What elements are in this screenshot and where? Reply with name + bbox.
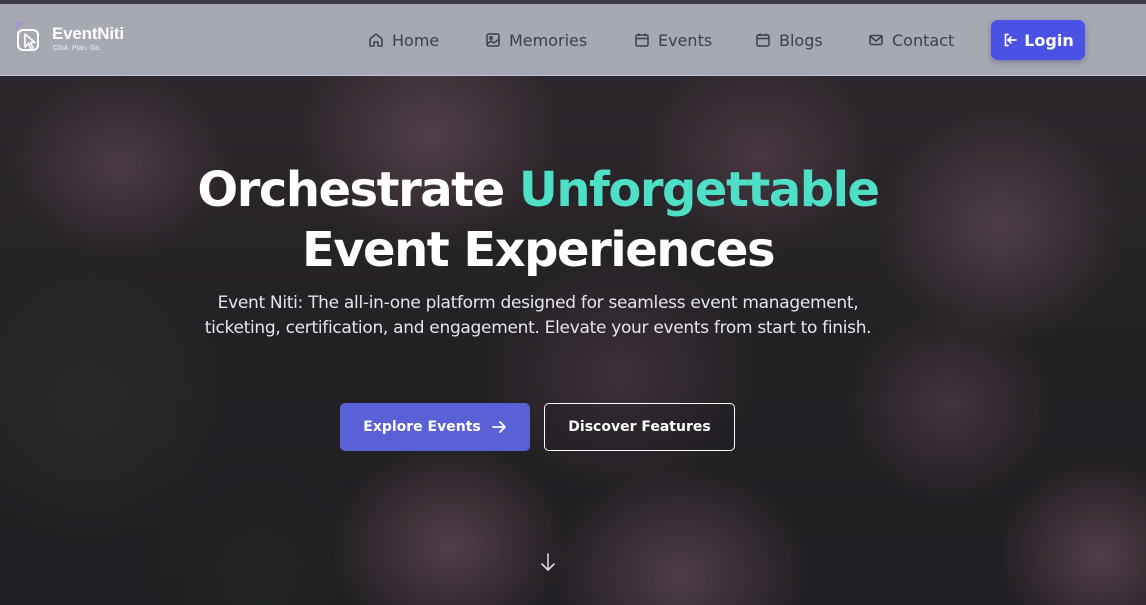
navbar: EventNiti Click. Plan. Go. Home Memories… [0, 4, 1146, 76]
discover-features-label: Discover Features [568, 419, 711, 435]
nav-item-events[interactable]: Events [634, 28, 712, 52]
discover-features-button[interactable]: Discover Features [544, 403, 735, 451]
hero-headline: Orchestrate Unforgettable Event Experien… [0, 160, 1076, 280]
nav-item-memories[interactable]: Memories [485, 28, 587, 52]
nav-item-label: Memories [509, 30, 588, 50]
home-icon [369, 33, 383, 47]
headline-line2: Event Experiences [301, 222, 776, 278]
login-icon [1004, 33, 1018, 47]
nav-links: Home Memories Events Blogs Contact [0, 4, 1146, 76]
explore-events-button[interactable]: Explore Events [340, 403, 530, 451]
login-label: Login [1024, 30, 1074, 50]
nav-item-label: Blogs [779, 30, 823, 50]
explore-events-label: Explore Events [363, 419, 481, 435]
headline-accent: Unforgettable [518, 162, 880, 218]
hero-subtext: Event Niti: The all-in-one platform desi… [204, 293, 872, 338]
nav-item-label: Home [392, 30, 440, 50]
nav-item-contact[interactable]: Contact [868, 28, 954, 52]
nav-item-home[interactable]: Home [368, 28, 439, 52]
nav-item-label: Events [658, 30, 713, 50]
calendar-icon [756, 33, 770, 47]
nav-item-blogs[interactable]: Blogs [755, 28, 823, 52]
arrow-right-icon [491, 421, 506, 433]
headline-part1: Orchestrate [197, 162, 519, 218]
mail-icon [869, 34, 883, 46]
login-button[interactable]: Login [991, 20, 1085, 60]
calendar-icon [635, 33, 649, 47]
nav-item-label: Contact [892, 30, 955, 50]
image-icon [486, 33, 500, 47]
arrow-down-icon[interactable] [538, 550, 558, 574]
